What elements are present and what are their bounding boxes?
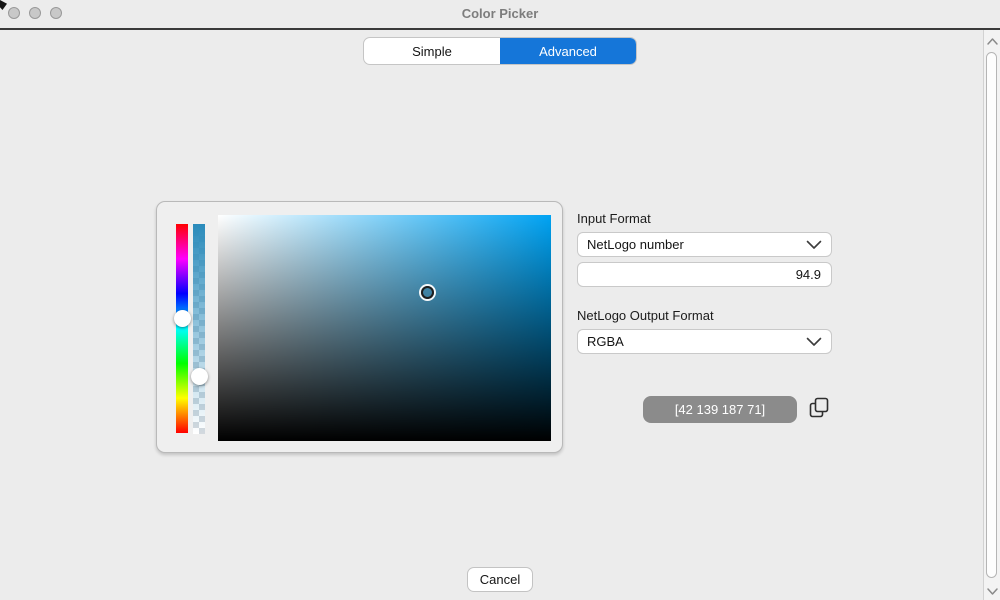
input-format-dropdown[interactable]: NetLogo number (577, 232, 832, 257)
copy-button[interactable] (803, 394, 833, 424)
cancel-button[interactable]: Cancel (467, 567, 533, 592)
number-value-input[interactable] (577, 262, 832, 287)
tab-simple[interactable]: Simple (364, 38, 500, 64)
input-format-label: Input Format (577, 211, 651, 226)
hue-slider-thumb[interactable] (173, 309, 191, 327)
mode-segmented-control: Simple Advanced (363, 37, 637, 65)
alpha-slider-thumb[interactable] (190, 367, 208, 385)
scrollbar-up-button[interactable] (985, 32, 1000, 48)
saturation-value-gradient[interactable] (218, 215, 551, 441)
titlebar: Color Picker (0, 0, 1000, 30)
hue-slider-track[interactable] (176, 224, 188, 433)
vertical-scrollbar (983, 30, 1000, 600)
scrollbar-down-button[interactable] (985, 582, 1000, 598)
chevron-down-icon (806, 337, 822, 347)
color-picker-window: Color Picker Simple Advanced Input Forma… (0, 0, 1000, 600)
color-selector-ring[interactable] (421, 286, 434, 299)
tab-advanced[interactable]: Advanced (500, 38, 636, 64)
chevron-down-icon (987, 583, 998, 598)
output-format-dropdown-value: RGBA (587, 334, 624, 349)
scrollbar-thumb[interactable] (986, 52, 997, 578)
chevron-down-icon (806, 240, 822, 250)
copy-icon (807, 395, 830, 423)
color-picker-panel (156, 201, 563, 453)
alpha-slider-track[interactable] (193, 224, 205, 434)
output-format-dropdown[interactable]: RGBA (577, 329, 832, 354)
input-format-dropdown-value: NetLogo number (587, 237, 684, 252)
window-title: Color Picker (461, 6, 539, 21)
chevron-up-icon (987, 33, 998, 48)
output-format-label: NetLogo Output Format (577, 308, 714, 323)
output-value-pill: [42 139 187 71] (643, 396, 797, 423)
